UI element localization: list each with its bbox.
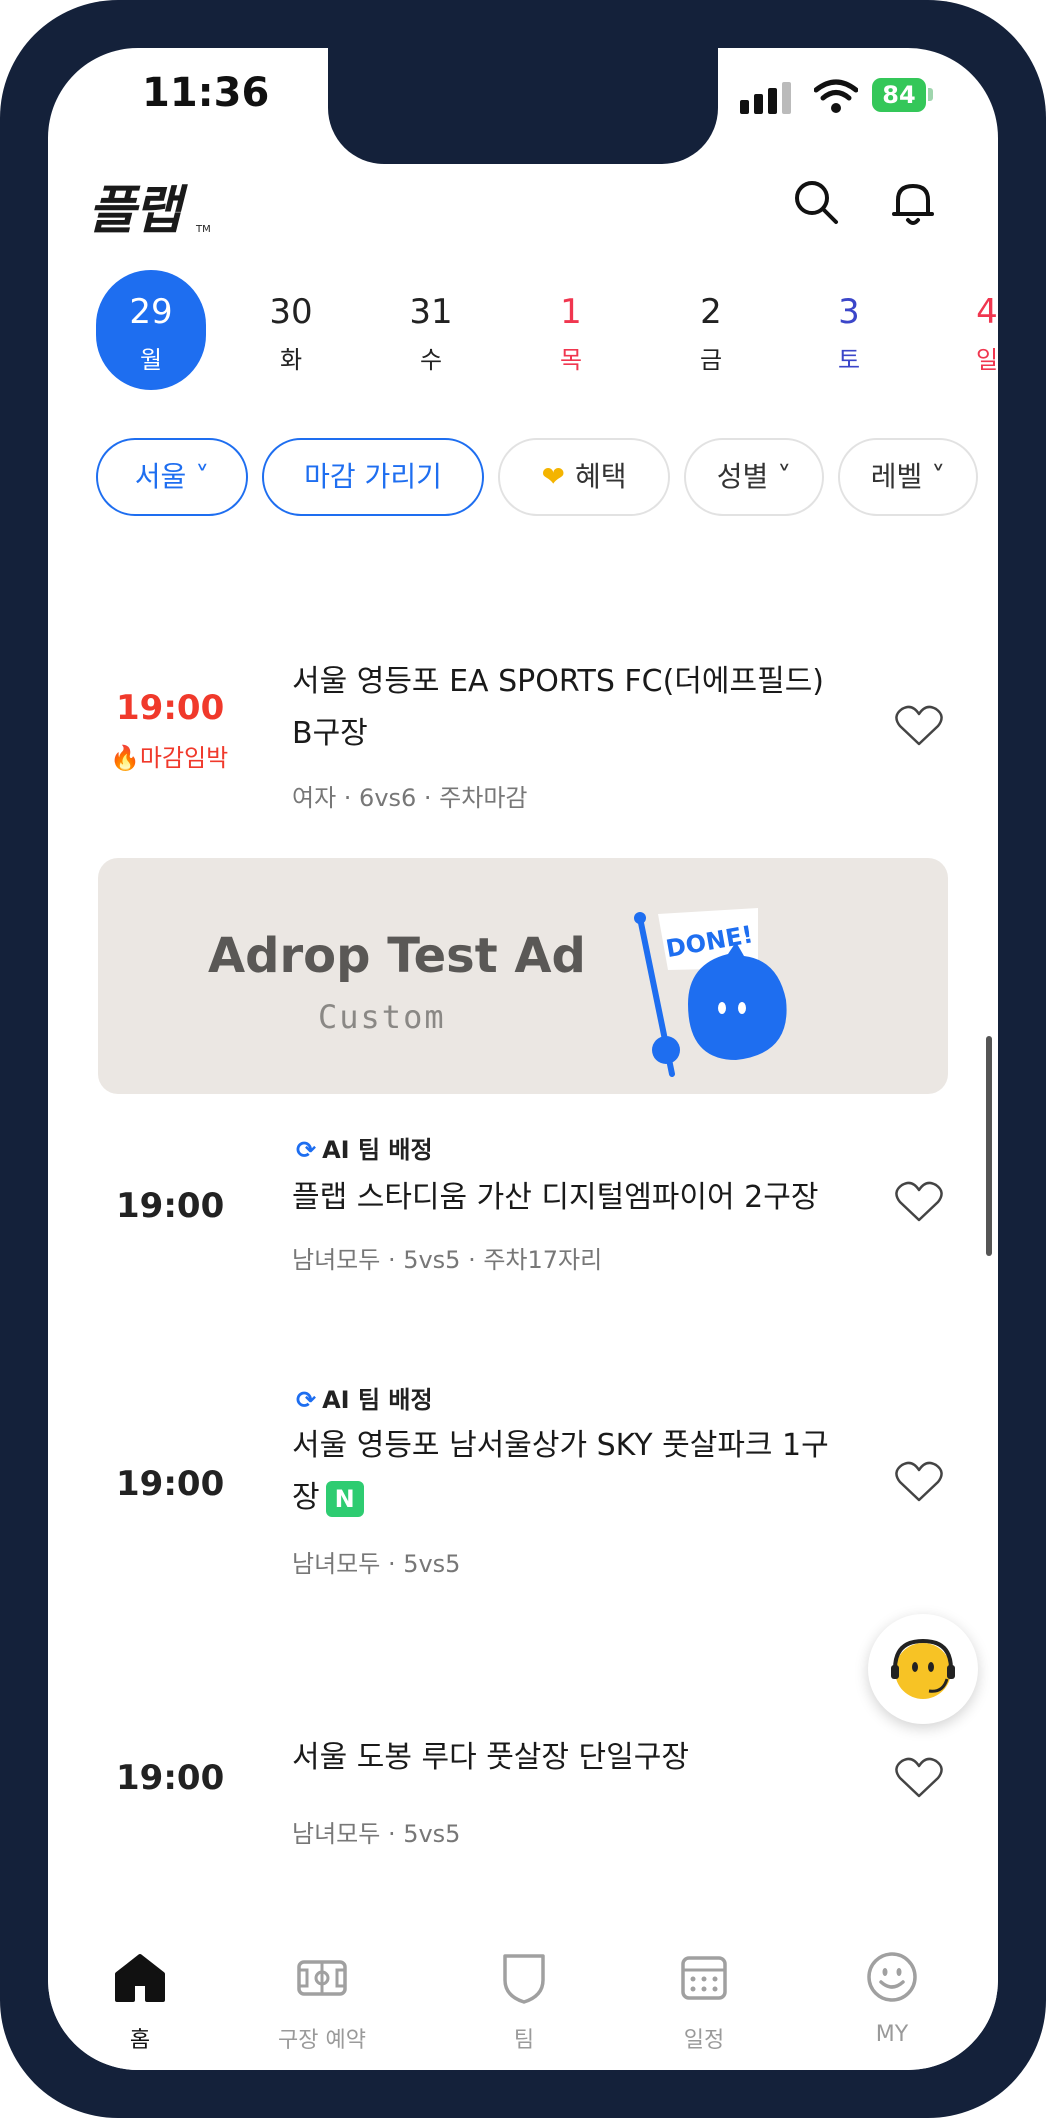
tab-label: 일정 <box>683 2028 725 2053</box>
tab-label: MY <box>875 2022 909 2047</box>
signal-bar <box>754 94 763 114</box>
date-item-29[interactable]: 29 월 <box>96 270 206 390</box>
tab-team[interactable]: 팀 <box>464 1948 584 2054</box>
customer-service-button[interactable] <box>868 1614 978 1724</box>
smiley-profile-icon <box>867 1952 917 2002</box>
ai-label-text: AI 팀 배정 <box>322 1136 433 1164</box>
match-item[interactable]: ⟳ AI 팀 배정 19:00 플랩 스타디움 가산 디지털엠파이어 2구장 남녀… <box>48 1128 998 1338</box>
benefit-filter-chip[interactable]: ❤ 혜택 <box>498 438 670 516</box>
date-weekday: 금 <box>699 346 723 374</box>
app-screen: 11:36 84 플랩 TM 29 월 30 화 31 수 1 목 2 금 3 … <box>48 48 998 2070</box>
closing-soon-badge: 🔥마감임박 <box>110 744 229 772</box>
date-number: 31 <box>409 292 453 332</box>
ad-subtitle: Custom <box>318 998 446 1036</box>
match-time: 19:00 <box>116 1186 225 1226</box>
date-number: 29 <box>129 292 173 332</box>
date-item-30[interactable]: 30 화 <box>236 270 346 390</box>
wifi-icon <box>814 79 858 113</box>
new-badge: N <box>325 1480 364 1517</box>
date-number: 30 <box>269 292 313 332</box>
match-title: 서울 영등포 남서울상가 SKY 풋살파크 1구장 N <box>292 1420 852 1524</box>
ai-label-text: AI 팀 배정 <box>322 1386 433 1414</box>
date-number: 4 <box>976 292 998 332</box>
match-item[interactable]: ⟳ AI 팀 배정 19:00 서울 영등포 남서울상가 SKY 풋살파크 1구장… <box>48 1378 998 1638</box>
date-weekday: 월 <box>139 346 163 374</box>
match-item[interactable]: 19:00 🔥마감임박 서울 영등포 EA SPORTS FC(더에프필드) B… <box>48 648 998 848</box>
hide-closed-chip[interactable]: 마감 가리기 <box>262 438 484 516</box>
date-item-2[interactable]: 2 금 <box>656 270 766 390</box>
tab-field-booking[interactable]: 구장 예약 <box>262 1948 382 2054</box>
date-weekday: 화 <box>279 346 303 374</box>
date-item-4[interactable]: 4 일 <box>932 270 998 390</box>
date-number: 1 <box>560 292 582 332</box>
date-weekday: 토 <box>837 346 861 374</box>
match-time: 19:00 <box>116 688 225 728</box>
app-logo[interactable]: 플랩 <box>88 168 182 243</box>
gender-filter-chip[interactable]: 성별 ˅ <box>684 438 824 516</box>
search-icon[interactable] <box>790 176 844 230</box>
tab-my[interactable]: MY <box>832 1948 952 2047</box>
phone-frame: 11:36 84 플랩 TM 29 월 30 화 31 수 1 목 2 금 3 … <box>0 0 1046 2118</box>
support-agent-icon <box>891 1638 955 1699</box>
date-item-3[interactable]: 3 토 <box>794 270 904 390</box>
refresh-icon: ⟳ <box>296 1386 317 1414</box>
match-time: 19:00 <box>116 1758 225 1798</box>
bell-icon[interactable] <box>886 176 940 230</box>
match-item[interactable]: 19:00 서울 도봉 루다 풋살장 단일구장 남녀모두 · 5vs5 <box>48 1728 998 1878</box>
match-title: 서울 도봉 루다 풋살장 단일구장 <box>292 1740 689 1775</box>
match-title: 플랩 스타디움 가산 디지털엠파이어 2구장 <box>292 1180 819 1215</box>
heart-icon[interactable] <box>894 1756 944 1800</box>
match-title: 서울 영등포 EA SPORTS FC(더에프필드) B구장 <box>292 664 825 751</box>
date-number: 3 <box>838 292 860 332</box>
signal-bar <box>740 100 749 114</box>
heart-icon[interactable] <box>894 704 944 748</box>
filter-chips: 서울 ˅ 마감 가리기 ❤ 혜택 성별 ˅ 레벨 ˅ <box>48 438 998 522</box>
soccer-field-icon <box>297 1960 347 1996</box>
status-time: 11:36 <box>142 70 270 116</box>
date-weekday: 목 <box>559 346 583 374</box>
ai-team-assign-label: ⟳ AI 팀 배정 <box>296 1130 433 1165</box>
match-meta: 남녀모두 · 5vs5 <box>292 1820 461 1848</box>
date-weekday: 일 <box>975 346 998 374</box>
ad-mascot-illustration: DONE! <box>634 908 787 1077</box>
date-item-31[interactable]: 31 수 <box>376 270 486 390</box>
match-title-text: 서울 영등포 남서울상가 SKY 풋살파크 1구장 <box>292 1428 829 1515</box>
tab-label: 팀 <box>513 2028 535 2053</box>
date-item-1[interactable]: 1 목 <box>516 270 626 390</box>
refresh-icon: ⟳ <box>296 1136 317 1164</box>
logo-trademark: TM <box>196 224 211 235</box>
calendar-icon <box>681 1956 727 2000</box>
date-weekday: 수 <box>419 346 443 374</box>
battery-indicator: 84 <box>872 78 926 112</box>
home-icon <box>115 1954 165 2002</box>
shield-icon <box>503 1954 545 2004</box>
region-filter-chip[interactable]: 서울 ˅ <box>96 438 248 516</box>
heart-icon[interactable] <box>894 1180 944 1224</box>
heart-icon[interactable] <box>894 1460 944 1504</box>
date-number: 2 <box>700 292 722 332</box>
benefit-label: 혜택 <box>574 460 627 493</box>
tab-label: 홈 <box>129 2028 151 2053</box>
signal-bar <box>768 88 777 114</box>
bottom-tab-bar: 홈 구장 예약 팀 일정 MY <box>48 1908 998 2070</box>
tab-label: 구장 예약 <box>278 2028 366 2053</box>
level-filter-chip[interactable]: 레벨 ˅ <box>838 438 978 516</box>
match-time: 19:00 <box>116 1464 225 1504</box>
match-meta: 남녀모두 · 5vs5 <box>292 1550 461 1578</box>
match-meta: 남녀모두 · 5vs5 · 주차17자리 <box>292 1246 603 1274</box>
signal-bar <box>782 82 791 114</box>
battery-tip <box>928 88 933 101</box>
ad-title: Adrop Test Ad <box>208 928 586 984</box>
status-icons: 84 <box>740 74 980 122</box>
date-selector: 29 월 30 화 31 수 1 목 2 금 3 토 4 일 <box>48 270 998 390</box>
ai-team-assign-label: ⟳ AI 팀 배정 <box>296 1380 433 1415</box>
heart-gem-icon: ❤ <box>541 460 565 493</box>
ad-banner[interactable]: Adrop Test Ad Custom DONE! <box>98 858 948 1094</box>
tab-schedule[interactable]: 일정 <box>644 1948 764 2054</box>
tab-home[interactable]: 홈 <box>80 1948 200 2054</box>
notch <box>328 48 718 164</box>
match-meta: 여자 · 6vs6 · 주차마감 <box>292 784 528 812</box>
